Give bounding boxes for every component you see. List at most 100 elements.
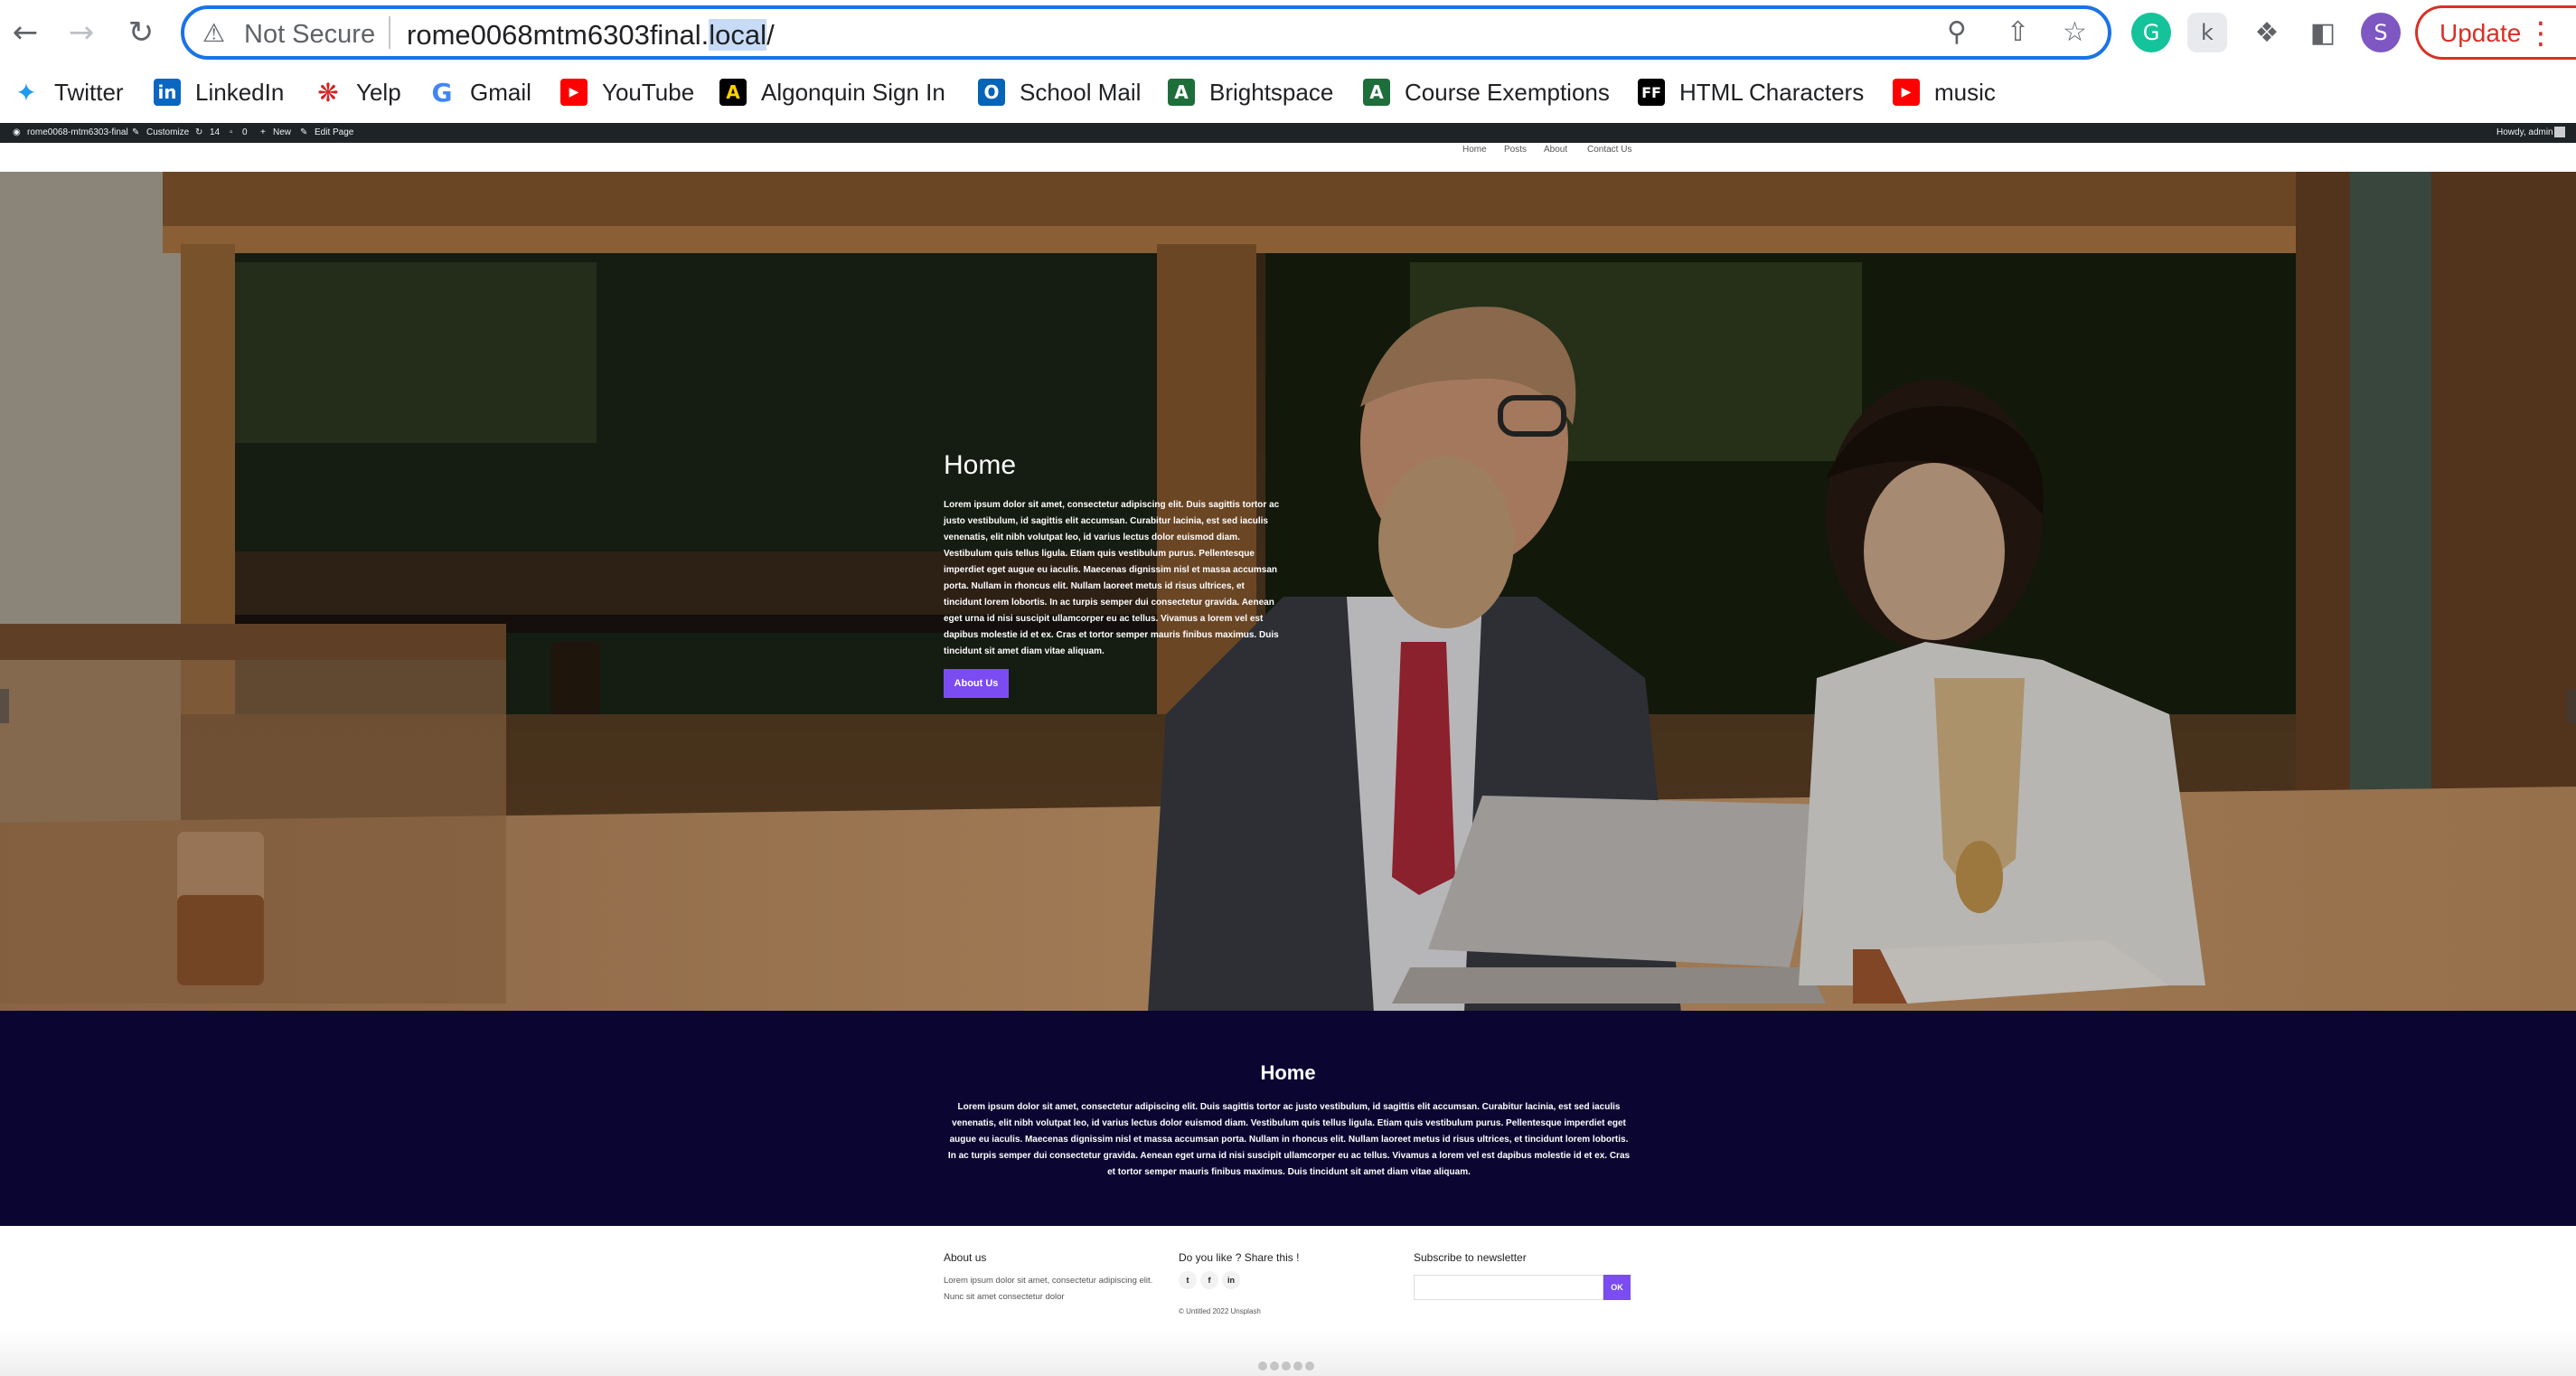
outlook-icon: O xyxy=(978,79,1005,106)
slider-next-arrow[interactable] xyxy=(2567,689,2576,723)
comment-icon[interactable]: ▫ xyxy=(230,127,233,137)
bookmark-school-mail[interactable]: O School Mail xyxy=(978,74,1141,110)
section-text: Lorem ipsum dolor sit amet, consectetur … xyxy=(947,1102,1631,1177)
update-label: Update xyxy=(2440,19,2522,47)
extension-k-icon[interactable]: k xyxy=(2187,13,2227,52)
hero-section: Home Lorem ipsum dolor sit amet, consect… xyxy=(0,172,2576,1011)
content-section: Home Lorem ipsum dolor sit amet, consect… xyxy=(0,1011,2576,1226)
admin-comments-count[interactable]: 0 xyxy=(242,127,248,137)
footer-share-title: Do you like ? Share this ! xyxy=(1179,1251,1300,1264)
brightspace-icon: A xyxy=(1168,79,1195,106)
bookmark-label: Algonquin Sign In xyxy=(761,78,945,106)
linkedin-icon: in xyxy=(154,79,181,106)
menu-dots-icon: ⋮ xyxy=(2525,15,2556,52)
bookmark-course-exemptions[interactable]: A Course Exemptions xyxy=(1363,74,1610,110)
warning-icon[interactable]: ⚠ xyxy=(202,18,225,48)
bookmark-label: LinkedIn xyxy=(195,78,285,106)
bookmark-linkedin[interactable]: in LinkedIn xyxy=(154,74,284,110)
grammarly-icon[interactable]: G xyxy=(2131,13,2171,52)
update-button[interactable]: Update ⋮ xyxy=(2415,5,2576,60)
bookmark-label: Gmail xyxy=(470,78,531,106)
bookmark-html-characters[interactable]: FF HTML Characters xyxy=(1638,74,1864,110)
bookmark-gmail[interactable]: G Gmail xyxy=(428,74,531,110)
updates-icon[interactable]: ↻ xyxy=(195,127,202,137)
hero-background-image xyxy=(0,172,2576,1011)
admin-new[interactable]: New xyxy=(273,127,291,137)
profile-avatar[interactable]: S xyxy=(2361,13,2401,52)
footer-copyright: © Untitled 2022 Unsplash xyxy=(1179,1307,1261,1315)
about-us-button[interactable]: About Us xyxy=(944,669,1009,698)
slider-prev-arrow[interactable] xyxy=(0,689,9,723)
admin-site-name[interactable]: rome0068-mtm6303-final xyxy=(27,127,128,137)
plus-icon[interactable]: + xyxy=(260,127,266,137)
wp-logo-icon[interactable]: ◉ xyxy=(13,127,21,137)
bookmark-label: YouTube xyxy=(602,78,695,106)
brightspace-icon: A xyxy=(1363,79,1390,106)
youtube-icon: ▶ xyxy=(1893,79,1920,106)
admin-avatar[interactable] xyxy=(2554,127,2565,137)
bookmark-label: HTML Characters xyxy=(1679,78,1865,106)
admin-howdy[interactable]: Howdy, admin xyxy=(2496,127,2553,137)
security-label[interactable]: Not Secure xyxy=(244,20,375,50)
nav-home[interactable]: Home xyxy=(1462,145,1487,155)
puzzle-icon[interactable]: ❖ xyxy=(2247,13,2287,52)
site-nav: Home Posts About Contact Us xyxy=(0,143,2576,172)
dot[interactable] xyxy=(1305,1362,1314,1371)
bookmark-label: Twitter xyxy=(54,78,124,106)
wp-admin-bar: ◉ rome0068-mtm6303-final ✎ Customize ↻ 1… xyxy=(0,123,2576,143)
bookmark-music[interactable]: ▶ music xyxy=(1893,74,1996,110)
side-panel-icon[interactable]: ◧ xyxy=(2303,13,2343,52)
pagination-dots xyxy=(1258,1362,1314,1371)
zoom-icon[interactable]: ⚲ xyxy=(1947,16,1967,48)
bookmark-algonquin[interactable]: A Algonquin Sign In xyxy=(719,74,945,110)
section-title: Home xyxy=(1260,1061,1316,1084)
admin-edit-page[interactable]: Edit Page xyxy=(315,127,353,137)
linkedin-share-icon[interactable]: in xyxy=(1222,1271,1240,1289)
google-icon: G xyxy=(431,77,453,108)
bookmark-label: Course Exemptions xyxy=(1405,78,1610,106)
ff-icon: FF xyxy=(1638,79,1665,106)
reload-icon[interactable]: ↻ xyxy=(121,13,161,52)
footer-about-title: About us xyxy=(944,1251,987,1264)
bookmark-label: Brightspace xyxy=(1209,78,1334,106)
nav-contact[interactable]: Contact Us xyxy=(1587,145,1631,155)
bookmark-label: School Mail xyxy=(1020,78,1142,106)
dot[interactable] xyxy=(1293,1362,1302,1371)
footer: About us Lorem ipsum dolor sit amet, con… xyxy=(0,1226,2576,1376)
bookmark-youtube[interactable]: ▶ YouTube xyxy=(560,74,694,110)
facebook-share-icon[interactable]: f xyxy=(1200,1271,1218,1289)
bookmark-label: Yelp xyxy=(356,78,401,106)
bookmark-label: music xyxy=(1934,78,1996,106)
bookmarks-bar: ✦ Twitter in LinkedIn ❋ Yelp G Gmail ▶ YouTub… xyxy=(0,65,2576,123)
dot[interactable] xyxy=(1282,1362,1291,1371)
newsletter-email-input[interactable] xyxy=(1414,1275,1603,1300)
bookmark-star-icon[interactable]: ☆ xyxy=(2063,16,2087,48)
footer-about-text: Lorem ipsum dolor sit amet, consectetur … xyxy=(944,1276,1153,1302)
admin-customize[interactable]: Customize xyxy=(146,127,189,137)
yelp-icon: ❋ xyxy=(317,77,339,108)
twitter-share-icon[interactable]: t xyxy=(1179,1271,1197,1289)
footer-newsletter-title: Subscribe to newsletter xyxy=(1414,1251,1527,1264)
hero-title: Home xyxy=(944,450,1017,480)
dot[interactable] xyxy=(1270,1362,1279,1371)
divider xyxy=(389,16,390,49)
back-arrow-icon[interactable]: ← xyxy=(5,13,45,52)
address-bar[interactable]: ⚠ Not Secure rome0068mtm6303final.local/… xyxy=(181,5,2111,60)
dot[interactable] xyxy=(1258,1362,1267,1371)
bookmark-yelp[interactable]: ❋ Yelp xyxy=(315,74,401,110)
url-text[interactable]: rome0068mtm6303final.local/ xyxy=(407,19,775,52)
share-icon[interactable]: ⇧ xyxy=(2007,16,2029,48)
bookmark-brightspace[interactable]: A Brightspace xyxy=(1168,74,1333,110)
edit-icon[interactable]: ✎ xyxy=(300,127,307,137)
youtube-icon: ▶ xyxy=(560,79,588,106)
nav-about[interactable]: About xyxy=(1544,145,1567,155)
newsletter-submit-button[interactable]: OK xyxy=(1603,1275,1631,1300)
browser-toolbar: ← → ↻ ⚠ Not Secure rome0068mtm6303final.… xyxy=(0,0,2576,65)
nav-posts[interactable]: Posts xyxy=(1504,145,1527,155)
admin-updates-count[interactable]: 14 xyxy=(210,127,220,137)
hero-text: Lorem ipsum dolor sit amet, consectetur … xyxy=(944,500,1280,656)
pencil-icon[interactable]: ✎ xyxy=(132,127,139,137)
forward-arrow-icon[interactable]: → xyxy=(61,13,101,52)
bookmark-twitter[interactable]: ✦ Twitter xyxy=(13,74,124,110)
twitter-icon: ✦ xyxy=(15,77,37,108)
